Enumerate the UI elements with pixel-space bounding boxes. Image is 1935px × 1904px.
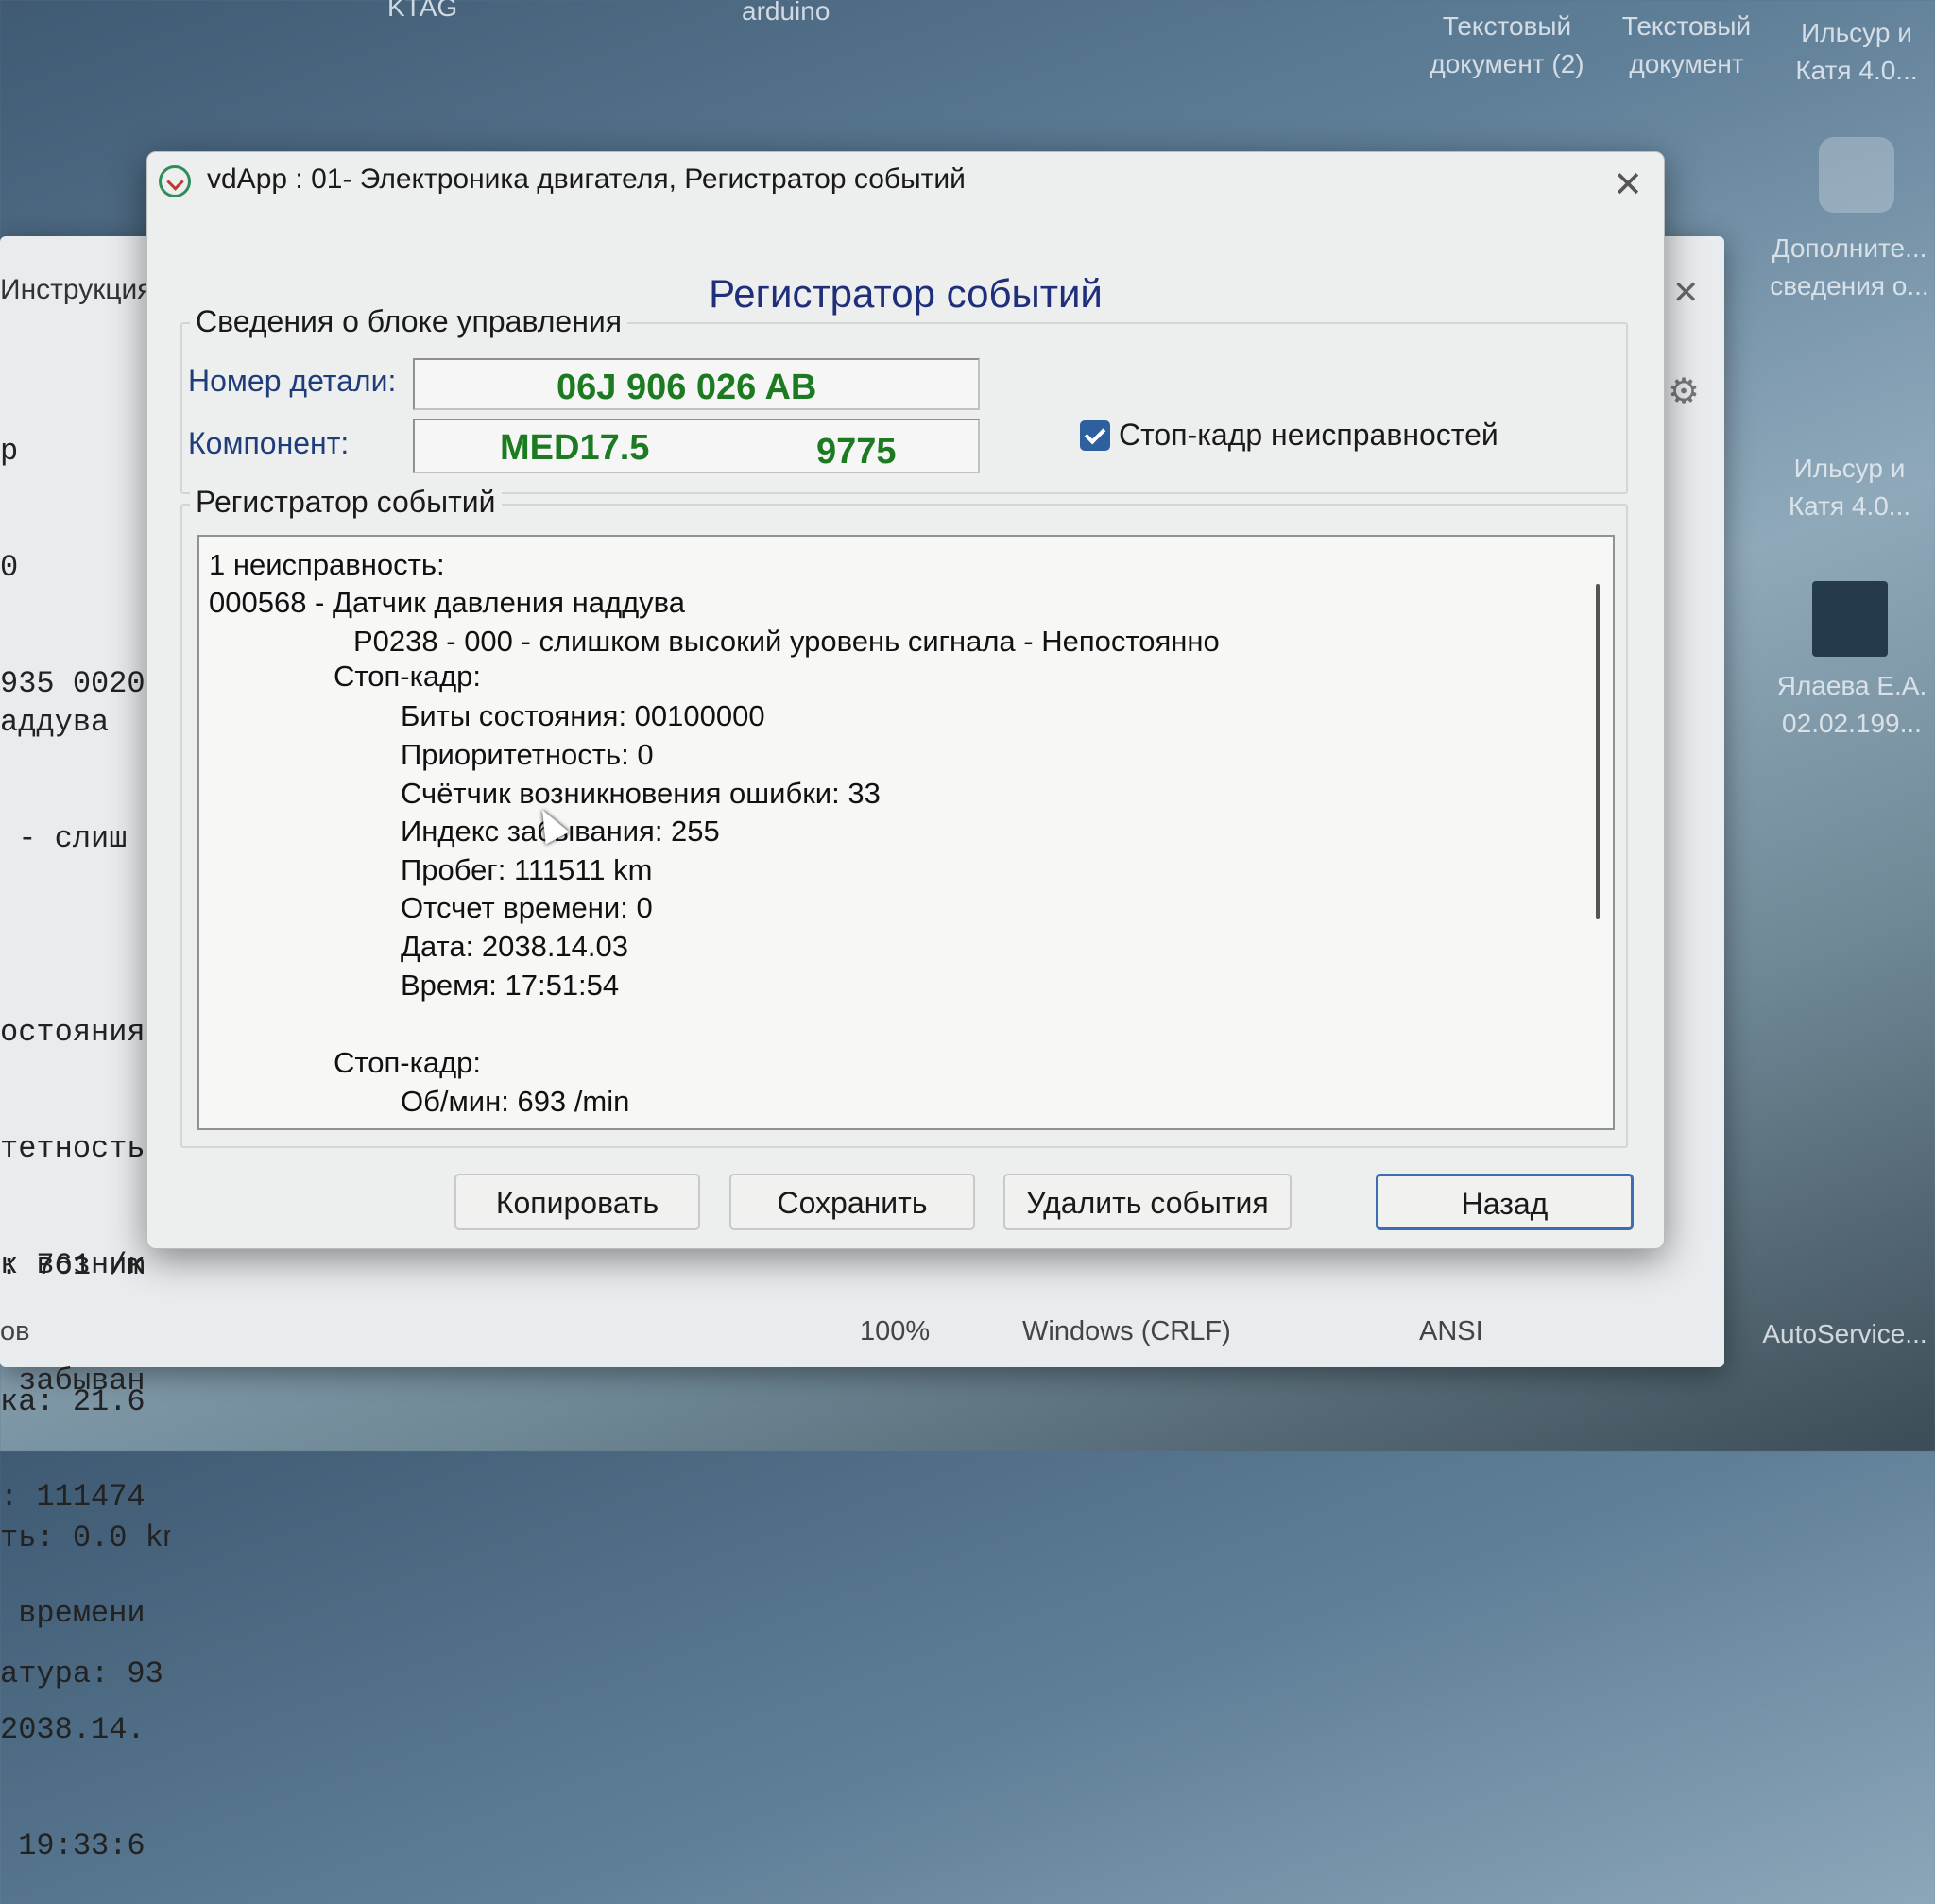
event-recorder-dialog: vdApp : 01- Электроника двигателя, Регис…	[146, 151, 1665, 1249]
user-icon[interactable]	[1819, 137, 1894, 213]
freeze-frame-checkbox[interactable]	[1080, 420, 1110, 451]
notepad-text[interactable]: : 761 /m ка: 21.6 ть: 0.0 km/h атура: 93…	[0, 1153, 170, 1742]
desktop-icon-text-document-2[interactable]: Текстовый документ (2)	[1422, 8, 1592, 83]
log-line: 1 неисправность:	[209, 548, 445, 581]
notepad-tab[interactable]: Инструкция	[0, 274, 153, 306]
notepad-line: аддува	[0, 705, 110, 740]
back-button[interactable]: Назад	[1376, 1174, 1634, 1230]
desktop-icon-label: Ялаева Е.А.	[1776, 671, 1927, 700]
desktop-icon-label: Текстовый	[1442, 11, 1572, 41]
notepad-status-line-endings: Windows (CRLF)	[1022, 1316, 1231, 1347]
notepad-line: 19:33:6	[0, 1828, 146, 1863]
log-line: Пробег: 111511 km	[401, 853, 653, 886]
notepad-status-left: ов	[0, 1316, 30, 1347]
notepad-status-zoom: 100%	[860, 1316, 931, 1347]
events-group-label: Регистратор событий	[190, 485, 502, 520]
desktop-icon-autoservice[interactable]: AutoService...	[1757, 1315, 1932, 1353]
gear-icon[interactable]: ⚙	[1668, 370, 1700, 413]
log-line: Время: 17:51:54	[401, 969, 620, 1002]
desktop-icon-label: Текстовый	[1621, 11, 1752, 41]
save-button[interactable]: Сохранить	[729, 1174, 975, 1230]
freeze-frame-checkbox-label[interactable]: Стоп-кадр неисправностей	[1119, 418, 1498, 453]
log-line: Счётчик возникновения ошибки: 33	[401, 777, 881, 810]
desktop-icon-arduino[interactable]: arduino	[742, 0, 830, 30]
notepad-line: ка: 21.6	[0, 1384, 146, 1419]
control-unit-group-label: Сведения о блоке управления	[190, 304, 628, 339]
close-button[interactable]: ✕	[1613, 167, 1643, 203]
notepad-line: остояния	[0, 1015, 146, 1050]
notepad-line: р	[0, 434, 19, 469]
delete-events-button[interactable]: Удалить события	[1003, 1174, 1292, 1230]
log-scrollbar[interactable]	[1596, 584, 1600, 919]
desktop-icon-extra-info[interactable]: Дополните... сведения о...	[1767, 230, 1932, 305]
desktop-icon-video[interactable]: Ялаева Е.А. 02.02.199...	[1772, 667, 1932, 743]
title-bar[interactable]: vdApp : 01- Электроника двигателя, Регис…	[147, 152, 1664, 218]
part-number-value: 06J 906 026 AB	[557, 368, 817, 407]
log-line: Отсчет времени: 0	[401, 891, 653, 924]
log-line: Стоп-кадр:	[334, 1046, 482, 1079]
desktop-icon-label: Ильсур и	[1801, 18, 1912, 47]
notepad-line: - слиш	[0, 821, 128, 856]
desktop-icon-label: Катя 4.0...	[1788, 491, 1911, 521]
event-log[interactable]: 1 неисправность: 000568 - Датчик давлени…	[197, 535, 1615, 1130]
log-line: Приоритетность: 0	[401, 738, 654, 771]
component-code: 9775	[816, 432, 897, 472]
desktop-icon-label: Ильсур и	[1793, 454, 1906, 483]
app-logo-icon	[159, 165, 191, 197]
copy-button[interactable]: Копировать	[454, 1174, 700, 1230]
component-label: Компонент:	[188, 426, 350, 460]
log-line: Об/мин: 693 /min	[401, 1085, 630, 1118]
notepad-line: атура: 93.0°C	[0, 1656, 170, 1691]
log-line: Дата: 2038.14.03	[401, 930, 629, 963]
video-icon[interactable]	[1812, 581, 1888, 657]
close-icon[interactable]: ✕	[1672, 274, 1700, 312]
notepad-line: : 761 /m	[0, 1248, 146, 1283]
notepad-status-encoding: ANSI	[1419, 1316, 1483, 1347]
desktop-icon-text-document[interactable]: Текстовый документ	[1606, 8, 1767, 83]
desktop-icon-folder-ilsur-2[interactable]: Ильсур и Катя 4.0...	[1772, 450, 1927, 525]
desktop-icon-label: сведения о...	[1770, 271, 1929, 300]
notepad-line: ть: 0.0 km/h	[0, 1520, 170, 1555]
desktop-icon-label: документ (2)	[1430, 49, 1584, 78]
notepad-line: 0	[0, 550, 19, 585]
log-line: Стоп-кадр:	[334, 660, 482, 693]
desktop-icon-folder-ilsur[interactable]: Ильсур и Катя 4.0...	[1781, 14, 1932, 90]
desktop-icon-label: документ	[1629, 49, 1744, 78]
desktop-icon-label: Катя 4.0...	[1795, 56, 1918, 85]
log-line: P0238 - 000 - слишком высокий уровень си…	[353, 625, 1220, 658]
desktop-icon-label: Дополните...	[1772, 233, 1927, 263]
part-number-label: Номер детали:	[188, 364, 397, 398]
desktop-icon-label: 02.02.199...	[1782, 709, 1922, 738]
component-name: MED17.5	[500, 428, 650, 468]
desktop-icon-ktag[interactable]: KTAG	[387, 0, 457, 26]
log-line: Биты состояния: 00100000	[401, 699, 765, 732]
window-title: vdApp : 01- Электроника двигателя, Регис…	[207, 163, 966, 195]
component-field: MED17.5 9775	[413, 419, 980, 473]
log-line: 000568 - Датчик давления наддува	[209, 586, 686, 619]
part-number-field: 06J 906 026 AB	[413, 358, 980, 410]
